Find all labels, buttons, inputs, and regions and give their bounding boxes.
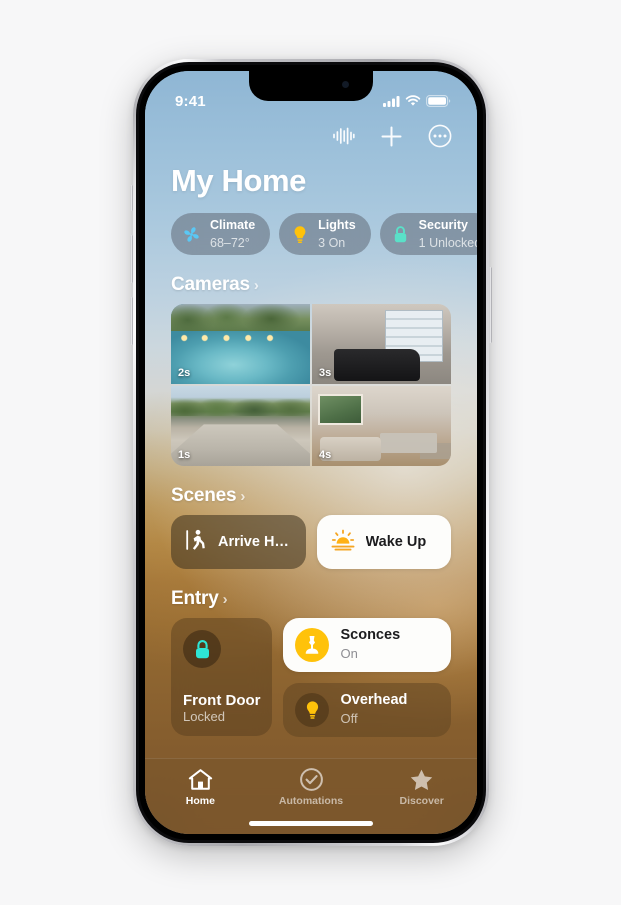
- chevron-right-icon: ›: [253, 277, 259, 294]
- status-pill-security-text: Security 1 Unlocked: [419, 216, 477, 252]
- status-pill-climate-title: Climate: [210, 218, 256, 233]
- lock-icon: [183, 630, 221, 668]
- accessory-overhead[interactable]: Overhead Off: [283, 683, 451, 737]
- page-title: My Home: [171, 163, 307, 198]
- front-camera-icon: [342, 81, 349, 88]
- wifi-icon: [405, 95, 421, 106]
- accessory-name: Overhead: [340, 692, 408, 709]
- home-app: 9:41 My Home Climate 68–72° Lights 3 On …: [145, 71, 477, 834]
- chevron-right-icon: ›: [240, 488, 246, 505]
- add-icon[interactable]: [380, 125, 403, 148]
- entry-right-column: Sconces On Overhead Off: [283, 618, 451, 737]
- accessory-sconces-text: Sconces On: [340, 626, 400, 664]
- nav-action-bar: [145, 117, 477, 155]
- figure-walk-door-icon: [185, 528, 207, 557]
- camera-tile-pool[interactable]: 2s: [171, 304, 310, 384]
- scene-tile-wake-up[interactable]: Wake Up: [316, 515, 451, 569]
- chevron-right-icon: ›: [222, 591, 228, 608]
- status-pill-lights[interactable]: Lights 3 On: [279, 213, 371, 255]
- section-title-scenes: Scenes: [171, 485, 237, 506]
- accessory-front-door-text: Front Door Locked: [183, 692, 260, 724]
- entry-accessory-row: Front Door Locked Sconces On Overhead Of…: [145, 618, 477, 737]
- scene-tile-arrive-home[interactable]: Arrive Home: [171, 515, 306, 569]
- status-pill-lights-title: Lights: [318, 218, 356, 233]
- status-pill-security-subtitle: 1 Unlocked: [418, 236, 477, 250]
- tab-automations[interactable]: Automations: [256, 767, 367, 807]
- tab-discover[interactable]: Discover: [366, 767, 477, 807]
- camera-tile-living-room[interactable]: 4s: [312, 386, 451, 466]
- status-pill-lights-text: Lights 3 On: [318, 216, 356, 252]
- notch: [249, 71, 373, 101]
- status-bar: 9:41: [145, 71, 477, 117]
- status-pill-row[interactable]: Climate 68–72° Lights 3 On Security 1 Un…: [145, 211, 477, 255]
- tab-label: Discover: [399, 795, 444, 807]
- accessory-state: Locked: [183, 709, 225, 724]
- lightbulb-icon: [295, 693, 330, 727]
- section-header-entry[interactable]: Entry ›: [145, 569, 477, 618]
- status-pill-lights-subtitle: 3 On: [318, 236, 346, 250]
- tab-label: Automations: [278, 795, 344, 807]
- status-pill-climate-text: Climate 68–72°: [210, 216, 255, 252]
- section-header-scenes[interactable]: Scenes ›: [145, 466, 477, 515]
- status-pill-climate[interactable]: Climate 68–72°: [171, 213, 271, 255]
- accessory-name: Front Door: [183, 692, 261, 709]
- intercom-icon[interactable]: [332, 126, 355, 146]
- tab-home[interactable]: Home: [145, 767, 256, 807]
- status-bar-time: 9:41: [175, 92, 206, 110]
- camera-grid[interactable]: 2s 3s 1s 4s: [171, 304, 451, 466]
- home-scroll-area[interactable]: Climate 68–72° Lights 3 On Security 1 Un…: [145, 211, 477, 834]
- volume-up-button[interactable]: [130, 235, 133, 283]
- accessory-front-door[interactable]: Front Door Locked: [171, 618, 273, 736]
- status-pill-security[interactable]: Security 1 Unlocked: [379, 213, 477, 255]
- clock-check-icon: [299, 767, 324, 792]
- section-header-cameras[interactable]: Cameras ›: [145, 255, 477, 304]
- more-icon[interactable]: [428, 124, 452, 148]
- house-icon: [188, 767, 213, 792]
- fan-icon: [182, 225, 201, 244]
- phone-screen: 9:41 My Home Climate 68–72° Lights 3 On …: [145, 71, 477, 834]
- section-title-entry: Entry: [171, 588, 219, 609]
- star-icon: [409, 767, 434, 792]
- section-title-cameras: Cameras: [171, 274, 250, 295]
- accessory-state: On: [340, 646, 358, 661]
- silent-switch[interactable]: [130, 185, 133, 211]
- accessory-overhead-text: Overhead Off: [340, 691, 407, 729]
- tab-label: Home: [185, 795, 215, 807]
- sconce-lamp-icon: [295, 628, 330, 662]
- scene-label: Wake Up: [365, 534, 427, 550]
- status-pill-security-title: Security: [418, 218, 468, 233]
- battery-full-icon: [426, 95, 451, 107]
- scene-row: Arrive Home: [145, 515, 477, 569]
- accessory-state: Off: [340, 711, 358, 726]
- home-indicator[interactable]: [249, 821, 373, 826]
- camera-timestamp: 3s: [319, 367, 332, 379]
- camera-tile-garage[interactable]: 3s: [312, 304, 451, 384]
- volume-down-button[interactable]: [130, 297, 133, 345]
- lock-icon: [391, 225, 410, 244]
- lightbulb-icon: [290, 225, 309, 244]
- camera-timestamp: 4s: [319, 449, 332, 461]
- accessory-sconces[interactable]: Sconces On: [283, 618, 451, 672]
- status-pill-climate-subtitle: 68–72°: [210, 236, 250, 250]
- signal-bars-icon: [383, 96, 400, 107]
- camera-tile-driveway[interactable]: 1s: [171, 386, 310, 466]
- status-bar-indicators: [383, 95, 451, 107]
- accessory-name: Sconces: [340, 627, 401, 644]
- camera-timestamp: 2s: [178, 367, 191, 379]
- camera-timestamp: 1s: [178, 449, 191, 461]
- scene-label: Arrive Home: [218, 534, 292, 550]
- power-button[interactable]: [489, 267, 492, 343]
- iphone-device: 9:41 My Home Climate 68–72° Lights 3 On …: [130, 59, 492, 846]
- sunrise-icon: [331, 529, 355, 556]
